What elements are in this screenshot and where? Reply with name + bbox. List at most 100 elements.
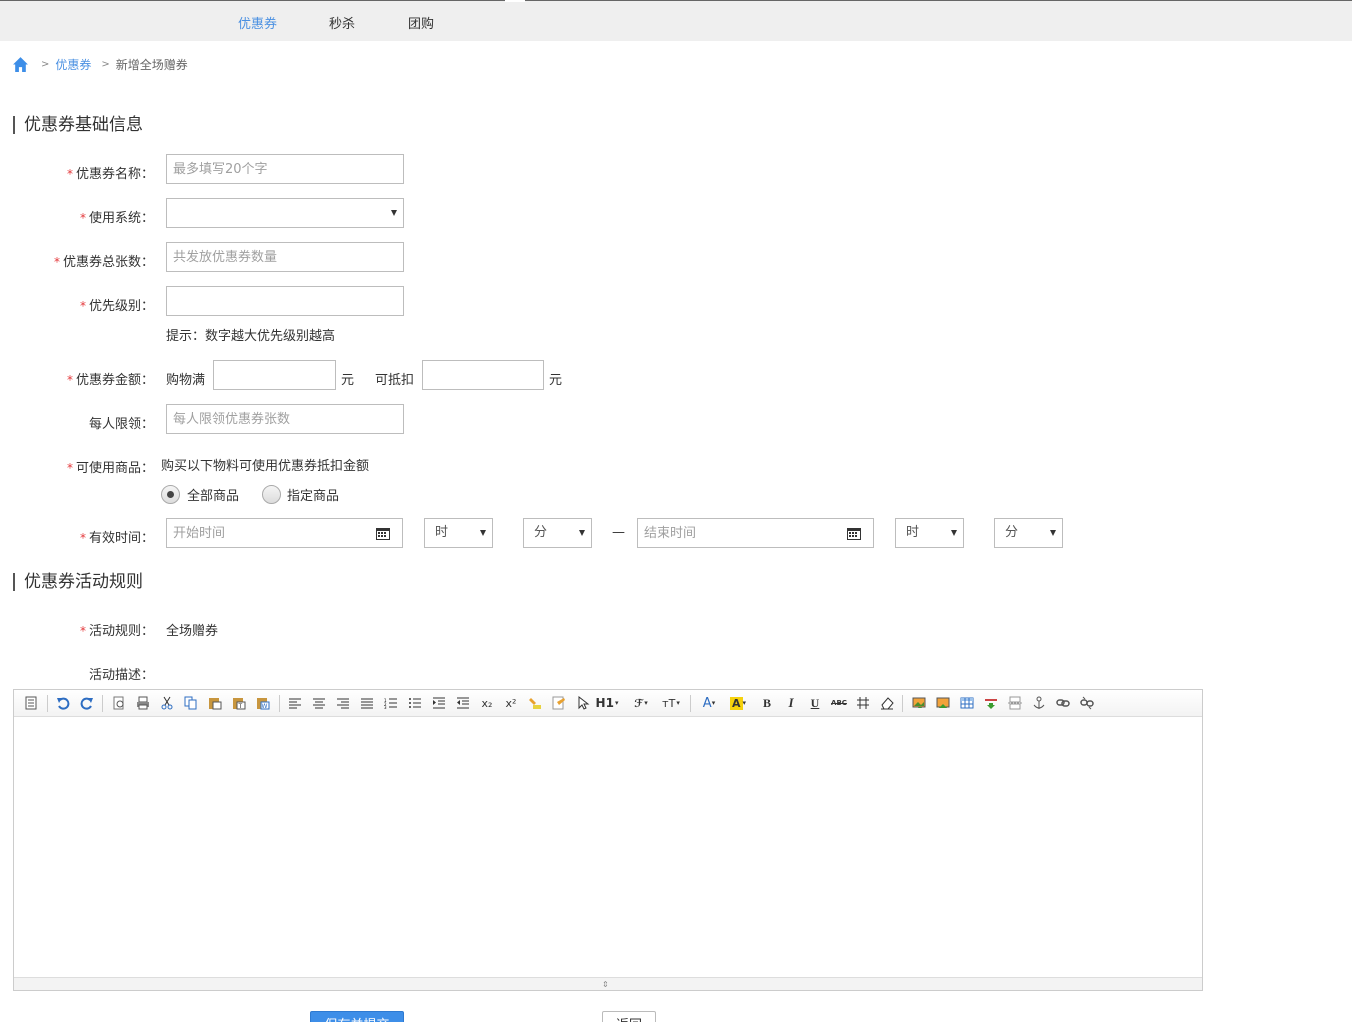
total-count-input[interactable] [166,242,404,272]
end-calendar-button[interactable] [834,518,874,548]
image-icon[interactable] [910,695,928,711]
per-limit-label: 每人限领： [88,417,154,432]
ordered-list-icon[interactable]: 123 [382,695,400,711]
svg-text:3: 3 [384,705,387,709]
subscript-icon[interactable]: x₂ [478,695,496,711]
amount-unit-1: 元 [341,373,355,388]
table-icon[interactable] [958,695,976,711]
anchor-icon[interactable] [1030,695,1048,711]
nav-notch [505,0,525,2]
align-left-icon[interactable] [286,695,304,711]
radio-specified-goods[interactable] [262,485,281,504]
end-time-input[interactable] [637,518,835,548]
end-minute-select[interactable]: 分 [994,518,1063,548]
align-center-icon[interactable] [310,695,328,711]
home-icon[interactable] [12,56,29,73]
required-star: * [66,461,73,475]
select-all-icon[interactable] [550,695,568,711]
system-label: * 使用系统： [79,211,154,226]
start-calendar-button[interactable] [363,518,403,548]
required-star: * [79,211,86,225]
preview-icon[interactable] [110,695,128,711]
save-submit-button[interactable]: 保存并提交 [310,1011,404,1022]
outdent-icon[interactable] [454,695,472,711]
required-star: * [79,624,86,638]
redo-icon[interactable] [78,695,96,711]
description-label: 活动描述： [88,668,154,683]
cut-icon[interactable] [158,695,176,711]
amount-label: * 优惠券金额： [66,373,154,388]
editor-toolbar: T W 123 x₂ x² H1 ▾ ℱ ▾ тТ ▾ A ▾ A ▾ B I U ABC [14,690,1202,717]
start-time-input[interactable] [166,518,364,548]
start-minute-select[interactable]: 分 [523,518,592,548]
valid-time-label: * 有效时间： [79,531,154,546]
paste-icon[interactable] [206,695,224,711]
eraser-icon[interactable] [878,695,896,711]
strikethrough-icon[interactable]: ABC [829,695,849,711]
goods-label: * 可使用商品： [66,461,154,476]
rich-text-editor: T W 123 x₂ x² H1 ▾ ℱ ▾ тТ ▾ A ▾ A ▾ B I U ABC [13,689,1203,991]
chevron-down-icon [480,530,486,536]
align-justify-icon[interactable] [358,695,376,711]
underline-icon[interactable]: U [806,695,824,711]
tab-group-buy[interactable]: 团购 [408,13,434,32]
per-limit-input[interactable] [166,404,404,434]
unordered-list-icon[interactable] [406,695,424,711]
breadcrumb-coupon-link[interactable]: 优惠券 [55,56,91,73]
font-family-icon[interactable]: ℱ ▾ [628,695,654,711]
align-right-icon[interactable] [334,695,352,711]
priority-input[interactable] [166,286,404,316]
print-icon[interactable] [134,695,152,711]
radio-all-goods[interactable] [161,485,180,504]
multi-image-icon[interactable] [934,695,952,711]
editor-resize-bar[interactable]: ⇕ [14,977,1202,990]
unlink-icon[interactable] [1078,695,1096,711]
calendar-icon [847,528,861,540]
section-title-rules: 优惠券活动规则 [13,573,143,591]
tab-flash-sale[interactable]: 秒杀 [329,13,355,32]
bold-icon[interactable]: B [758,695,776,711]
copy-icon[interactable] [182,695,200,711]
font-color-icon[interactable]: A ▾ [698,695,720,711]
hr-icon[interactable] [982,695,1000,711]
paste-text-icon[interactable]: T [230,695,248,711]
min-spend-input[interactable] [213,360,336,390]
rule-value: 全场赠券 [166,624,219,639]
chevron-down-icon [391,210,397,216]
page-break-icon[interactable] [1006,695,1024,711]
paste-word-icon[interactable]: W [254,695,272,711]
superscript-icon[interactable]: x² [502,695,520,711]
radio-all-goods-label[interactable]: 全部商品 [187,485,239,504]
svg-text:W: W [262,703,268,710]
system-select[interactable] [166,198,404,228]
amount-prefix: 购物满 [166,373,206,388]
resize-grip-icon[interactable]: ⇕ [602,980,609,989]
discount-input[interactable] [422,360,544,390]
font-size-icon[interactable]: тТ ▾ [658,695,684,711]
radio-specified-goods-label[interactable]: 指定商品 [287,485,339,504]
back-button[interactable]: 返回 [602,1011,656,1022]
link-icon[interactable] [1054,695,1072,711]
clear-format-icon[interactable] [526,695,544,711]
start-hour-select[interactable]: 时 [424,518,493,548]
tab-coupon[interactable]: 优惠券 [238,13,277,32]
priority-label: * 优先级别： [79,299,154,314]
highlight-icon[interactable]: A ▾ [726,695,750,711]
amount-unit-2: 元 [549,373,563,388]
goods-description: 购买以下物料可使用优惠券抵扣金额 [161,459,370,474]
heading-icon[interactable]: H1 ▾ [594,695,620,711]
chevron-down-icon [579,530,585,536]
select-icon[interactable] [574,695,592,711]
coupon-name-input[interactable] [166,154,404,184]
indent-icon[interactable] [430,695,448,711]
priority-hint: 提示：数字越大优先级别越高 [166,329,336,344]
end-hour-select[interactable]: 时 [895,518,964,548]
undo-icon[interactable] [54,695,72,711]
svg-text:T: T [238,703,243,710]
source-icon[interactable] [22,695,40,711]
time-range-dash: — [612,525,625,540]
total-count-label: * 优惠券总张数： [53,255,154,270]
required-star: * [79,531,86,545]
italic-icon[interactable]: I [782,695,800,711]
line-height-icon[interactable] [854,695,872,711]
